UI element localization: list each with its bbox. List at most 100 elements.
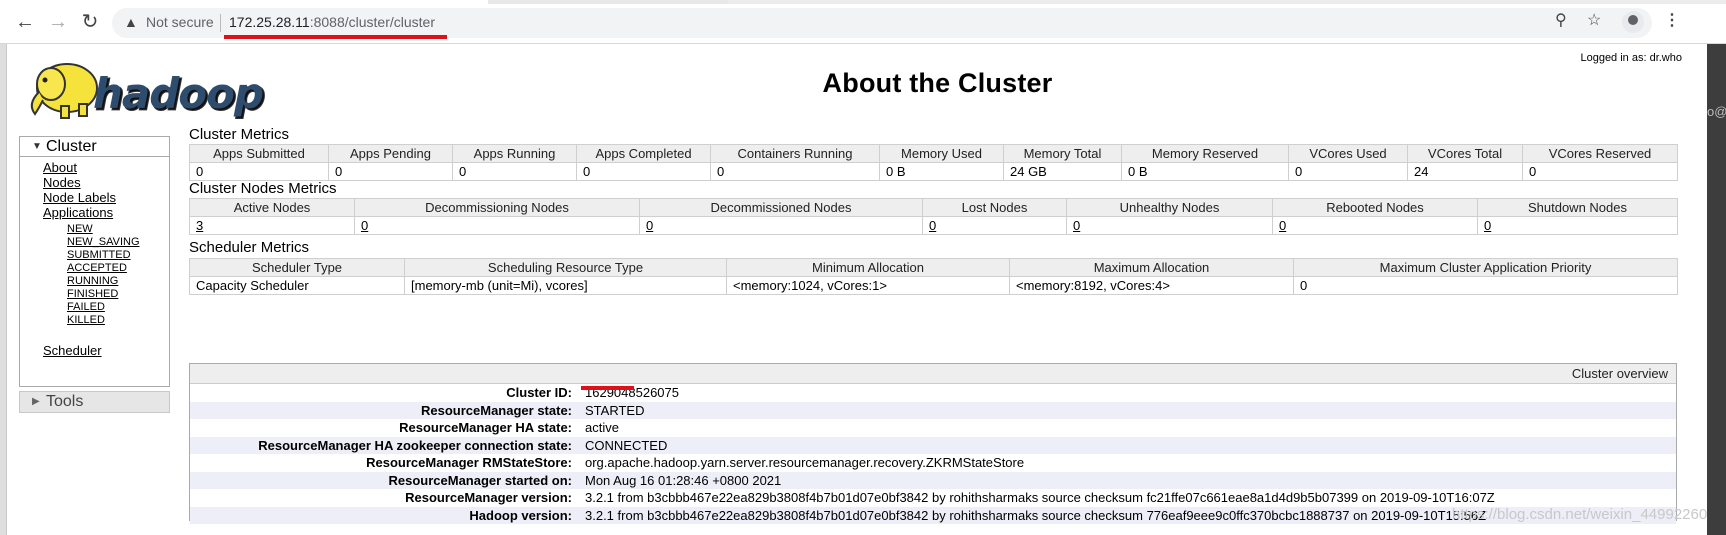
column-header[interactable]: Decommissioned Nodes [639, 198, 923, 217]
column-header[interactable]: Scheduler Type [189, 258, 405, 277]
sidebar-link-node-labels[interactable]: Node Labels [43, 190, 116, 205]
overview-row: ResourceManager RMStateStore: org.apache.… [190, 454, 1676, 472]
decommissioned-nodes-link[interactable]: 0 [646, 218, 653, 233]
triangle-down-icon: ▼ [32, 141, 42, 152]
rebooted-nodes-link[interactable]: 0 [1279, 218, 1286, 233]
table-cell: <memory:8192, vCores:4> [1009, 276, 1294, 295]
overview-key: ResourceManager state: [421, 402, 572, 418]
omnibox-separator [220, 14, 221, 32]
column-header[interactable]: VCores Used [1288, 144, 1408, 163]
url-text[interactable]: 172.25.28.11:8088/cluster/cluster [229, 14, 435, 30]
column-header[interactable]: Minimum Allocation [726, 258, 1010, 277]
overview-value: 3.2.1 from b3cbbb467e22ea829b3808f4b7b01… [585, 507, 1487, 523]
scheduler-metrics-header-row: Scheduler Type Scheduling Resource Type … [189, 258, 1678, 277]
table-cell: 24 GB [1003, 162, 1122, 181]
column-header[interactable]: VCores Total [1407, 144, 1523, 163]
table-cell: 0 [1288, 162, 1408, 181]
lost-nodes-link[interactable]: 0 [929, 218, 936, 233]
ha-state-annotation-underline [581, 386, 634, 390]
unhealthy-nodes-link[interactable]: 0 [1073, 218, 1080, 233]
column-header[interactable]: Apps Completed [576, 144, 711, 163]
app-state-new-saving[interactable]: NEW_SAVING [67, 236, 140, 248]
csdn-watermark: https://blog.csdn.net/weixin_44992260 [1452, 506, 1708, 523]
app-state-new[interactable]: NEW [67, 223, 93, 235]
address-bar[interactable]: ▲ Not secure 172.25.28.11:8088/cluster/c… [112, 8, 1652, 38]
column-header[interactable]: Maximum Cluster Application Priority [1293, 258, 1678, 277]
column-header[interactable]: Apps Pending [328, 144, 453, 163]
column-header[interactable]: Memory Total [1003, 144, 1122, 163]
overview-row: ResourceManager state: STARTED [190, 401, 1676, 419]
decommissioning-nodes-link[interactable]: 0 [361, 218, 368, 233]
table-row: 0 0 0 0 0 0 B 24 GB 0 B 0 24 0 [189, 162, 1678, 181]
column-header[interactable]: Memory Reserved [1121, 144, 1289, 163]
sidebar-link-about[interactable]: About [43, 160, 77, 175]
bookmark-star-icon[interactable]: ☆ [1587, 10, 1601, 30]
logged-in-label: Logged in as: dr.who [1580, 52, 1682, 64]
cluster-overview-panel: Cluster overview Cluster ID: 162904852607… [189, 363, 1677, 524]
column-header[interactable]: Lost Nodes [922, 198, 1067, 217]
forward-arrow-icon[interactable]: → [46, 10, 70, 34]
column-header[interactable]: VCores Reserved [1522, 144, 1678, 163]
column-header[interactable]: Active Nodes [189, 198, 355, 217]
table-cell: 0 [639, 216, 923, 235]
app-state-finished[interactable]: FINISHED [67, 288, 118, 300]
overview-value: 3.2.1 from b3cbbb467e22ea829b3808f4b7b01… [585, 490, 1495, 505]
tab-strip[interactable] [488, 0, 728, 4]
cluster-metrics-title: Cluster Metrics [189, 126, 290, 143]
table-cell: <memory:1024, vCores:1> [726, 276, 1010, 295]
overview-key: ResourceManager HA zookeeper connection … [258, 437, 572, 453]
not-secure-label[interactable]: Not secure [146, 14, 214, 30]
reload-icon[interactable]: ↻ [78, 10, 102, 34]
table-row: Capacity Scheduler [memory-mb (unit=Mi),… [189, 276, 1678, 295]
app-state-failed[interactable]: FAILED [67, 301, 105, 313]
web-page: Logged in as: dr.who hadoop hadoop About… [6, 44, 1707, 535]
sidebar-link-applications[interactable]: Applications [43, 205, 113, 220]
table-cell: 0 [1477, 216, 1678, 235]
column-header[interactable]: Apps Running [452, 144, 577, 163]
browser-toolbar: ← → ↻ ▲ Not secure 172.25.28.11:8088/clu… [0, 0, 1726, 44]
scheduler-metrics-table: Scheduler Type Scheduling Resource Type … [189, 258, 1678, 295]
column-header[interactable]: Memory Used [879, 144, 1004, 163]
node-metrics-header-row: Active Nodes Decommissioning Nodes Decom… [189, 198, 1678, 217]
column-header[interactable]: Shutdown Nodes [1477, 198, 1678, 217]
table-row: 3 0 0 0 0 0 0 [189, 216, 1678, 235]
table-cell: 0 [1293, 276, 1678, 295]
sidebar-link-nodes[interactable]: Nodes [43, 175, 81, 190]
column-header[interactable]: Scheduling Resource Type [404, 258, 727, 277]
cluster-accordion-header[interactable]: ▼ Cluster [19, 136, 170, 157]
table-cell: Capacity Scheduler [189, 276, 405, 295]
url-host[interactable]: 172.25.28.11 [229, 14, 310, 30]
column-header[interactable]: Apps Submitted [189, 144, 329, 163]
cluster-overview-header: Cluster overview [190, 364, 1676, 384]
zoom-icon[interactable]: ⚲ [1555, 10, 1567, 30]
column-header[interactable]: Maximum Allocation [1009, 258, 1294, 277]
app-state-accepted[interactable]: ACCEPTED [67, 262, 127, 274]
tools-accordion-header[interactable]: ▶ Tools [19, 391, 170, 413]
overview-row: Cluster ID: 1629048526075 [190, 384, 1676, 402]
table-cell: 0 B [879, 162, 1004, 181]
back-arrow-icon[interactable]: ← [13, 10, 37, 34]
sidebar-link-scheduler[interactable]: Scheduler [43, 343, 102, 358]
active-nodes-link[interactable]: 3 [196, 218, 203, 233]
overview-row: ResourceManager HA zookeeper connection … [190, 436, 1676, 454]
column-header[interactable]: Decommissioning Nodes [354, 198, 640, 217]
app-state-running[interactable]: RUNNING [67, 275, 118, 287]
table-cell: 0 [452, 162, 577, 181]
shutdown-nodes-link[interactable]: 0 [1484, 218, 1491, 233]
cluster-label: Cluster [46, 138, 97, 155]
profile-avatar-icon[interactable] [1622, 11, 1644, 33]
browser-menu-icon[interactable]: ⋮ [1664, 10, 1680, 30]
overview-row: ResourceManager version: 3.2.1 from b3cbb… [190, 489, 1676, 507]
warning-triangle-icon[interactable]: ▲ [124, 14, 138, 30]
column-header[interactable]: Rebooted Nodes [1272, 198, 1478, 217]
hadoop-logo: hadoop hadoop [30, 63, 267, 121]
url-path[interactable]: :8088/cluster/cluster [310, 14, 435, 30]
overview-value: CONNECTED [585, 437, 668, 453]
table-cell: 0 [1272, 216, 1478, 235]
column-header[interactable]: Containers Running [710, 144, 880, 163]
app-state-submitted[interactable]: SUBMITTED [67, 249, 131, 261]
table-cell: 0 [922, 216, 1067, 235]
app-state-killed[interactable]: KILLED [67, 314, 105, 326]
overview-row: ResourceManager HA state: active [190, 419, 1676, 437]
column-header[interactable]: Unhealthy Nodes [1066, 198, 1273, 217]
